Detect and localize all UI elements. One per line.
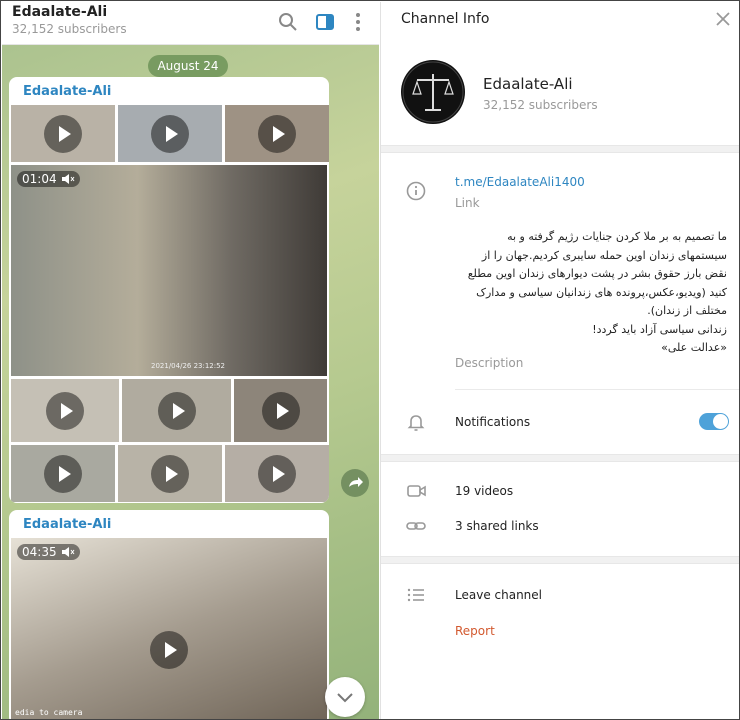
search-icon[interactable] xyxy=(276,10,300,34)
panel-title: Channel Info xyxy=(401,11,490,27)
message-author[interactable]: Edaalate-Ali xyxy=(23,517,111,532)
camera-label: edia to camera xyxy=(15,708,83,717)
report-button[interactable]: Report xyxy=(455,624,495,638)
more-options-icon[interactable] xyxy=(346,10,370,34)
notifications-toggle[interactable] xyxy=(699,413,729,430)
play-icon[interactable] xyxy=(151,114,189,153)
forward-icon xyxy=(349,477,363,487)
featured-video[interactable]: 01:04 2021/04/26 23:12:52 xyxy=(11,165,327,376)
play-icon[interactable] xyxy=(46,391,84,430)
video-thumbnail[interactable] xyxy=(11,379,119,442)
leave-channel-button[interactable]: Leave channel xyxy=(455,588,542,602)
featured-video[interactable]: 04:35 edia to camera xyxy=(11,538,327,719)
chat-header: Edaalate-Ali 32,152 subscribers xyxy=(2,2,379,45)
chat-pane: Edaalate-Ali 32,152 subscribers August 2… xyxy=(2,2,379,719)
play-icon[interactable] xyxy=(151,454,189,493)
video-thumbnail[interactable] xyxy=(11,105,115,162)
chevron-down-icon xyxy=(337,693,353,703)
notifications-label[interactable]: Notifications xyxy=(455,415,530,429)
muted-icon[interactable] xyxy=(61,546,75,558)
link-icon xyxy=(406,522,426,530)
link-label: Link xyxy=(455,196,480,210)
channel-subscribers: 32,152 subscribers xyxy=(483,98,598,112)
forward-button[interactable] xyxy=(341,469,369,497)
scales-of-justice-icon xyxy=(402,61,464,123)
play-icon[interactable] xyxy=(44,114,82,153)
video-duration: 04:35 xyxy=(17,544,80,560)
video-thumbnail[interactable] xyxy=(11,445,115,502)
videos-count[interactable]: 19 videos xyxy=(455,484,513,498)
channel-name: Edaalate-Ali xyxy=(483,75,573,93)
message-bubble[interactable]: Edaalate-Ali 01:04 2021/04/26 23:12:52 xyxy=(9,77,329,503)
telegram-window: Edaalate-Ali 32,152 subscribers August 2… xyxy=(0,0,740,720)
section-separator xyxy=(381,145,739,153)
video-thumbnail[interactable] xyxy=(118,445,222,502)
sidebar-toggle-icon[interactable] xyxy=(313,10,337,34)
play-icon[interactable] xyxy=(157,391,196,430)
section-separator xyxy=(381,556,739,564)
video-thumbnail[interactable] xyxy=(234,379,327,442)
scroll-down-button[interactable] xyxy=(325,677,365,717)
channel-description: ما تصمیم به بر ملا کردن جنایات رژیم گرفت… xyxy=(467,230,727,354)
bell-icon xyxy=(407,415,425,431)
video-thumbnail[interactable] xyxy=(122,379,231,442)
shared-links-count[interactable]: 3 shared links xyxy=(455,519,539,533)
channel-info-panel: Channel Info Edaalate-Ali 32,152 subscri… xyxy=(380,2,739,719)
date-pill: August 24 xyxy=(148,55,228,77)
play-icon[interactable] xyxy=(150,631,188,670)
chat-subscribers: 32,152 subscribers xyxy=(12,22,127,36)
divider xyxy=(455,389,739,390)
message-bubble[interactable]: Edaalate-Ali 04:35 edia to camera xyxy=(9,510,329,719)
channel-link[interactable]: t.me/EdaalateAli1400 xyxy=(455,175,585,189)
chat-title[interactable]: Edaalate-Ali xyxy=(12,4,107,20)
video-thumbnail[interactable] xyxy=(225,105,329,162)
message-author[interactable]: Edaalate-Ali xyxy=(23,84,111,99)
play-icon[interactable] xyxy=(44,454,82,493)
info-icon xyxy=(406,181,426,201)
camera-timestamp: 2021/04/26 23:12:52 xyxy=(151,362,226,370)
play-icon[interactable] xyxy=(258,114,296,153)
section-separator xyxy=(381,454,739,462)
video-duration: 01:04 xyxy=(17,171,80,187)
list-icon xyxy=(407,588,424,602)
close-icon[interactable] xyxy=(714,10,732,28)
muted-icon[interactable] xyxy=(61,173,75,185)
channel-avatar[interactable] xyxy=(401,60,465,124)
play-icon[interactable] xyxy=(261,391,300,430)
description-label: Description xyxy=(455,356,524,370)
video-thumbnail[interactable] xyxy=(225,445,329,502)
play-icon[interactable] xyxy=(258,454,296,493)
video-thumbnail[interactable] xyxy=(118,105,222,162)
video-icon xyxy=(407,485,426,497)
